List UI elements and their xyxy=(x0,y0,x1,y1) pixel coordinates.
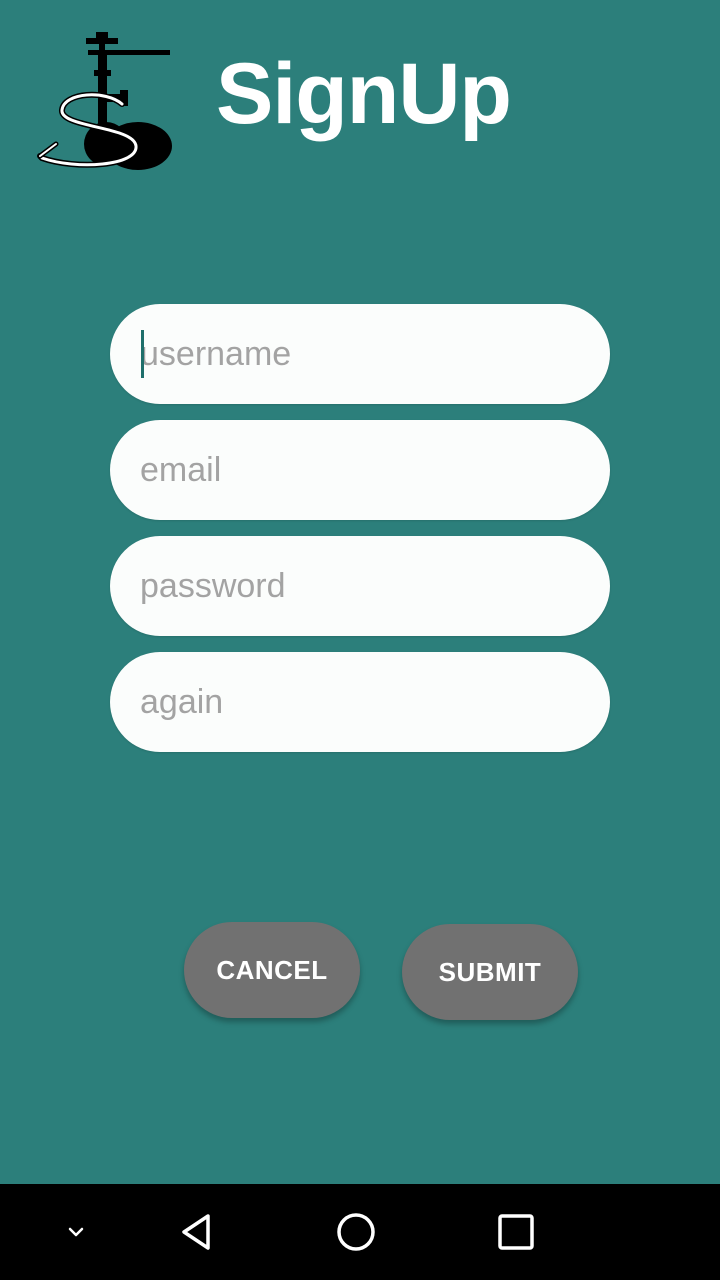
username-input[interactable] xyxy=(110,304,610,404)
email-input[interactable] xyxy=(110,420,610,520)
cancel-button[interactable]: CANCEL xyxy=(184,922,360,1018)
back-triangle-icon[interactable] xyxy=(166,1184,226,1280)
password-field-container xyxy=(110,536,610,636)
username-field-container xyxy=(110,304,610,404)
hookah-logo-icon xyxy=(37,32,172,170)
signup-screen: SignUp CANCEL SUBMIT xyxy=(0,0,720,1184)
submit-button[interactable]: SUBMIT xyxy=(402,924,578,1020)
email-field-container xyxy=(110,420,610,520)
confirm-password-input[interactable] xyxy=(110,652,610,752)
page-title: SignUp xyxy=(216,46,512,142)
text-cursor xyxy=(141,330,144,378)
password-input[interactable] xyxy=(110,536,610,636)
system-navigation-bar xyxy=(0,1184,720,1280)
recents-square-icon[interactable] xyxy=(486,1184,546,1280)
confirm-password-field-container xyxy=(110,652,610,752)
chevron-down-icon[interactable] xyxy=(52,1184,100,1280)
home-circle-icon[interactable] xyxy=(326,1184,386,1280)
